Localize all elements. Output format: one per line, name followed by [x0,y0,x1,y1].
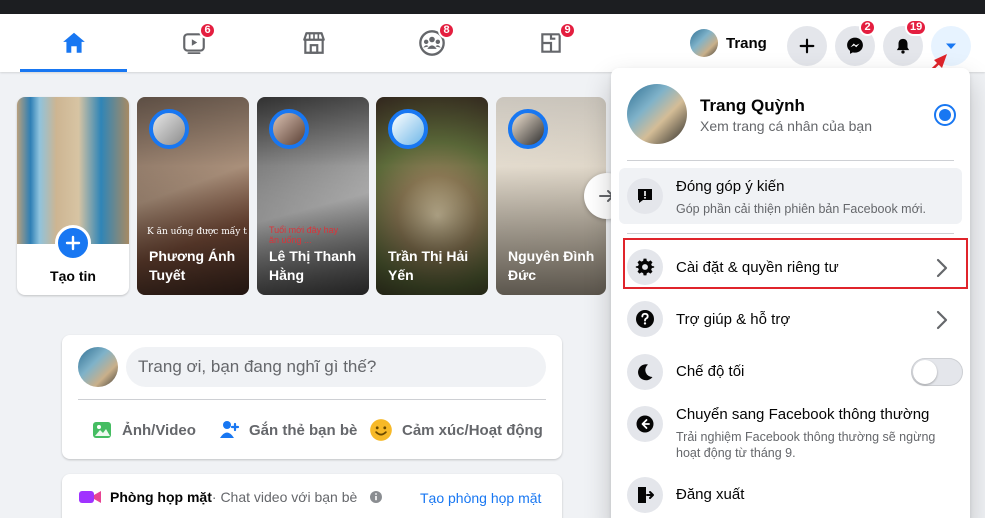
messenger-button[interactable]: 2 [835,19,876,66]
post-composer: Trang ơi, bạn đang nghĩ gì thế? Ảnh/Vide… [62,335,562,459]
feedback-icon-wrap [627,178,663,214]
top-navbar: 6 8 9 Trang 2 19 [0,14,985,72]
groups-badge: 8 [438,22,455,39]
dark-mode-label: Chế độ tối [676,363,745,380]
tab-gaming[interactable]: 9 [497,14,604,72]
plus-icon [799,38,815,54]
story-name: Nguyên Đình Đức [508,248,595,283]
tab-home[interactable] [20,14,127,72]
avatar [627,84,687,144]
messenger-badge: 2 [859,19,876,36]
moon-icon [638,364,653,381]
dark-mode-item[interactable]: Chế độ tối [619,348,963,396]
avatar [690,29,718,57]
story-name: Lê Thị Thanh Hằng [269,248,357,283]
profile-name: Trang [726,34,767,52]
logout-item[interactable]: Đăng xuất [619,472,962,518]
tab-watch[interactable]: 6 [140,14,247,72]
feedback-icon [638,189,652,203]
help-support-item[interactable]: Trợ giúp & hỗ trợ [619,296,962,342]
story-overlay-text: K ăn uống được mấy t [147,227,247,237]
feedback-subtitle: Góp phần cải thiện phiên bản Facebook mớ… [676,202,927,216]
story-photo [17,97,129,244]
story-overlay-text: Tuổi mới đây hay ăn uống ... [269,225,339,245]
give-feedback-item[interactable]: Đóng góp ý kiến Góp phần cải thiện phiên… [619,168,962,224]
red-annotation-box [623,238,968,289]
feedback-title: Đóng góp ý kiến [676,178,785,195]
switch-classic-item[interactable]: Chuyển sang Facebook thông thường Trải n… [619,400,962,462]
profile-chip[interactable]: Trang [690,26,775,60]
story-avatar [269,109,309,149]
divider [627,233,954,234]
back-arrow-icon [636,415,654,433]
photo-icon [93,422,111,438]
whats-on-your-mind-input[interactable]: Trang ơi, bạn đang nghĩ gì thế? [126,347,546,387]
account-radio[interactable] [934,104,956,126]
story-avatar [149,109,189,149]
tag-friends-button[interactable]: Gắn thẻ bạn bè [217,411,357,449]
divider [78,399,546,400]
rooms-card: Phòng họp mặt · Chat video với bạn bè Tạ… [62,474,562,518]
create-button[interactable] [787,26,827,66]
dark-mode-toggle[interactable] [911,358,963,386]
tag-friends-icon [220,421,240,438]
marketplace-icon [302,32,325,54]
menu-user-name[interactable]: Trang Quỳnh [700,96,805,116]
tab-marketplace[interactable] [260,14,367,72]
video-camera-icon [79,491,101,503]
logout-label: Đăng xuất [676,486,745,503]
avatar [78,347,118,387]
story-card[interactable]: Trần Thị Hải Yến [376,97,488,295]
logout-icon [638,487,654,503]
menu-user-subtitle: Xem trang cá nhân của bạn [700,118,873,134]
switch-classic-subtitle: Trải nghiệm Facebook thông thường sẽ ngừ… [676,430,936,460]
gaming-badge: 9 [559,22,576,39]
divider [627,160,954,161]
chevron-right-icon [936,310,948,330]
rooms-subtitle: · Chat video với bạn bè [211,489,358,505]
photo-video-label: Ảnh/Video [122,421,196,439]
plus-icon [65,235,81,251]
rooms-title: Phòng họp mặt [110,489,212,505]
smiley-icon [370,419,392,441]
watch-badge: 6 [199,22,216,39]
info-icon [370,491,383,503]
switch-classic-title: Chuyển sang Facebook thông thường [676,406,930,423]
story-avatar [508,109,548,149]
create-story-label: Tạo tin [50,268,96,284]
notifications-badge: 19 [905,19,928,36]
feeling-activity-button[interactable]: Cảm xúc/Hoạt động [368,411,543,449]
account-dropdown-menu: Trang Quỳnh Xem trang cá nhân của bạn Đó… [611,68,970,518]
messenger-icon [847,37,863,54]
home-icon [62,32,85,53]
story-avatar [388,109,428,149]
story-name: Phương Ánh Tuyết [149,248,236,283]
help-support-label: Trợ giúp & hỗ trợ [676,311,791,328]
help-icon [636,310,654,328]
tab-groups[interactable]: 8 [378,14,485,72]
browser-top-strip [0,0,985,14]
photo-video-button[interactable]: Ảnh/Video [90,411,196,449]
feeling-activity-label: Cảm xúc/Hoạt động [402,421,543,439]
create-room-link[interactable]: Tạo phòng họp mặt [420,490,541,506]
create-story-card[interactable]: Tạo tin [17,97,129,295]
add-story-button[interactable] [55,225,91,261]
story-card[interactable]: Tuổi mới đây hay ăn uống ... Lê Thị Than… [257,97,369,295]
tag-friends-label: Gắn thẻ bạn bè [249,421,358,439]
story-name: Trần Thị Hải Yến [388,248,469,283]
story-card[interactable]: K ăn uống được mấy t Phương Ánh Tuyết [137,97,249,295]
